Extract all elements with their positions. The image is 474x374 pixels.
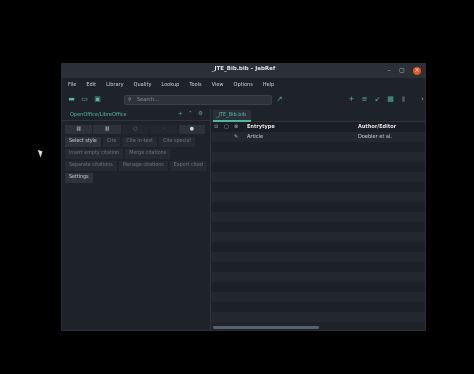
table-row (211, 222, 425, 232)
merge-citations-button[interactable]: Merge citations (125, 149, 171, 159)
link-icon[interactable]: ✎ (234, 134, 238, 140)
update-icon[interactable]: ○ (121, 125, 150, 134)
export-cited-button[interactable]: Export cited (169, 161, 207, 171)
table-row (211, 292, 425, 302)
table-row (211, 252, 425, 262)
table-row (211, 172, 425, 182)
add-entry-icon[interactable]: + (347, 95, 356, 104)
search-icon: ⚲ (128, 97, 132, 103)
new-library-icon[interactable]: ▬ (67, 95, 76, 104)
maximize-icon[interactable]: ▢ (398, 67, 406, 75)
citation-row-4: Settings (65, 173, 95, 183)
add-entry-id-icon[interactable]: ≡ (360, 95, 369, 104)
toolbar: ▬ ▭ ▣ ⚲ Search... ↗ + ≡ ↙ ▦ ▮ › (62, 91, 425, 109)
linked-files-icon[interactable]: ⊙ (214, 124, 218, 130)
openoffice-panel: OpenOffice/LibreOffice + ⌃ ⚙ ▥ ▥ ○ ◦ ● S… (62, 109, 210, 330)
table-row (211, 202, 425, 212)
import-icon[interactable]: ↙ (373, 95, 382, 104)
open-library-icon[interactable]: ▭ (80, 95, 89, 104)
menu-tools[interactable]: Tools (189, 82, 201, 88)
table-row (211, 262, 425, 272)
table-row (211, 142, 425, 152)
menu-help[interactable]: Help (263, 82, 274, 88)
add-icon[interactable]: + (178, 111, 183, 117)
manage-citations-button[interactable]: Manage citations (118, 161, 168, 171)
cite-special-button[interactable]: Cite special (158, 137, 195, 147)
table-header: ⊙ ▢ ⊗ Entrytype Author/Editor (211, 122, 425, 132)
panel-header: OpenOffice/LibreOffice + ⌃ ⚙ (62, 109, 210, 121)
mouse-cursor (37, 148, 45, 158)
cite-button[interactable]: Cite (102, 137, 121, 147)
table-row (211, 302, 425, 312)
table-row (211, 272, 425, 282)
merge-icon[interactable]: ◦ (150, 125, 178, 134)
select-style-button[interactable]: Select style (65, 137, 101, 147)
window-title: _JTE_Bib.bib – JabRef (211, 66, 276, 72)
table-row (211, 282, 425, 292)
menu-bar: File Edit Library Quality Lookup Tools V… (62, 78, 425, 91)
tab-bar: _JTE_Bib.bib (211, 109, 425, 122)
citation-row-1: Select style Cite Cite in-text Cite spec… (65, 137, 197, 147)
citation-row-2: Insert empty citation Merge citations (65, 149, 172, 159)
help-icon[interactable]: ● (178, 125, 205, 134)
jabref-window: _JTE_Bib.bib – JabRef – ▢ × File Edit Li… (61, 63, 426, 331)
table-row (211, 182, 425, 192)
horizontal-scrollbar[interactable] (213, 326, 319, 329)
minimize-icon[interactable]: – (385, 67, 393, 75)
select-document-icon[interactable]: ▥ (65, 125, 93, 134)
entry-table: ✎ Article Doebler et al. (211, 132, 425, 324)
open-external-icon[interactable]: ↗ (275, 95, 284, 104)
menu-lookup[interactable]: Lookup (161, 82, 179, 88)
table-row (211, 232, 425, 242)
collapse-icon[interactable]: ⌃ (188, 111, 193, 117)
save-icon[interactable]: ▣ (93, 95, 102, 104)
menu-quality[interactable]: Quality (134, 82, 152, 88)
tab-library[interactable]: _JTE_Bib.bib (213, 110, 251, 122)
delete-icon[interactable]: ▮ (399, 95, 408, 104)
menu-view[interactable]: View (212, 82, 224, 88)
search-placeholder: Search... (137, 97, 159, 103)
table-row (211, 152, 425, 162)
table-row (211, 212, 425, 222)
menu-library[interactable]: Library (106, 82, 123, 88)
column-author-editor[interactable]: Author/Editor (358, 124, 396, 130)
cite-in-text-button[interactable]: Cite in-text (122, 137, 157, 147)
manual-connect-icon[interactable]: ▥ (93, 125, 121, 134)
insert-empty-citation-button[interactable]: Insert empty citation (65, 149, 124, 159)
url-icon[interactable]: ⊗ (234, 124, 238, 130)
title-bar: _JTE_Bib.bib – JabRef – ▢ × (62, 64, 425, 78)
more-icon[interactable]: › (418, 95, 427, 104)
table-row (211, 242, 425, 252)
settings-gear-icon[interactable]: ⚙ (198, 111, 203, 117)
panel-title: OpenOffice/LibreOffice (70, 112, 127, 118)
table-row (211, 312, 425, 322)
citation-row-3: Separate citations Manage citations Expo… (65, 161, 209, 171)
file-icon[interactable]: ▢ (224, 124, 229, 130)
table-row[interactable]: ✎ Article Doebler et al. (211, 132, 425, 142)
close-icon[interactable]: × (413, 67, 421, 75)
connection-button-row: ▥ ▥ ○ ◦ ● (65, 125, 206, 134)
entrytype-cell: Article (247, 134, 264, 140)
separate-citations-button[interactable]: Separate citations (65, 161, 117, 171)
menu-edit[interactable]: Edit (86, 82, 96, 88)
cleanup-icon[interactable]: ▦ (386, 95, 395, 104)
menu-file[interactable]: File (68, 82, 76, 88)
author-cell: Doebler et al. (358, 134, 392, 140)
table-row (211, 192, 425, 202)
library-pane: _JTE_Bib.bib ⊙ ▢ ⊗ Entrytype Author/Edit… (210, 109, 425, 330)
table-row (211, 162, 425, 172)
search-input[interactable]: ⚲ Search... (124, 95, 272, 105)
column-entrytype[interactable]: Entrytype (247, 124, 275, 130)
settings-button[interactable]: Settings (65, 173, 93, 183)
menu-options[interactable]: Options (234, 82, 253, 88)
